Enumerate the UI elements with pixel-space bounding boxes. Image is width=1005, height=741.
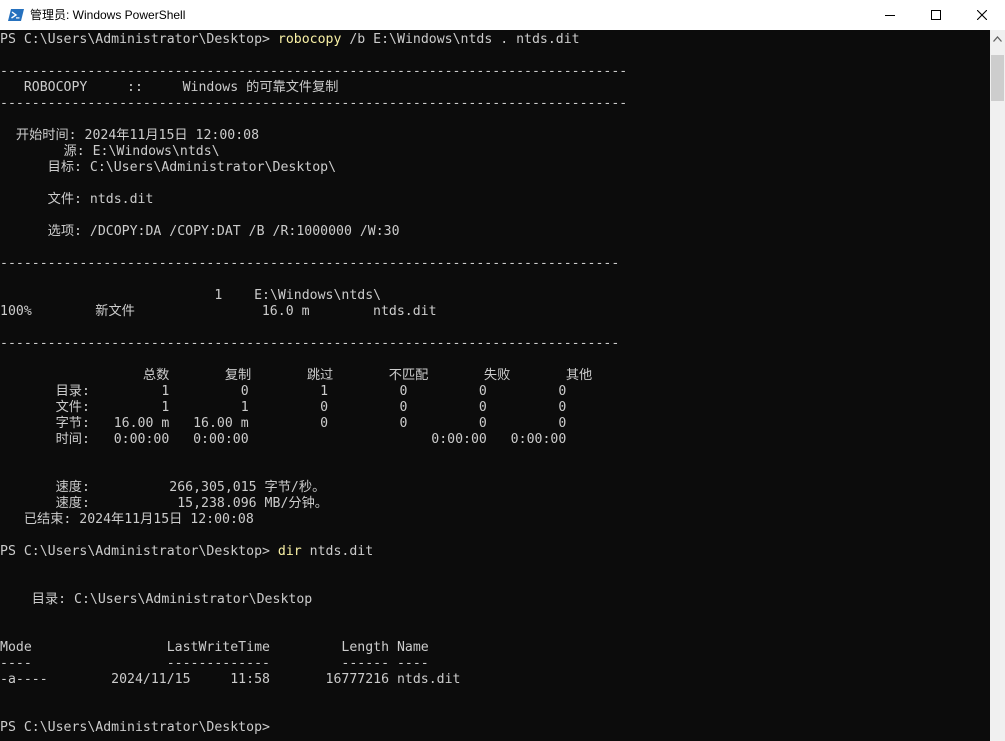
minimize-icon xyxy=(885,15,895,16)
output-line: 开始时间: 2024年11月15日 12:00:08 xyxy=(0,128,260,143)
output-line: PS C:\Users\Administrator\Desktop> xyxy=(0,720,278,735)
output-line: ROBOCOPY :: Windows 的可靠文件复制 xyxy=(0,80,339,95)
output-line: 目录: 1 0 1 0 0 0 xyxy=(0,384,567,399)
output-line: 字节: 16.00 m 16.00 m 0 0 0 0 xyxy=(0,416,567,431)
output-line: 总数 复制 跳过 不匹配 失败 其他 xyxy=(0,368,593,383)
minimize-button[interactable] xyxy=(867,0,913,30)
close-icon xyxy=(977,10,987,20)
output-line: 目标: C:\Users\Administrator\Desktop\ xyxy=(0,160,337,175)
output-line: 已结束: 2024年11月15日 12:00:08 xyxy=(0,512,254,527)
title-bar[interactable]: 管理员: Windows PowerShell xyxy=(0,0,1005,30)
command-name: dir xyxy=(277,544,302,559)
output-line: 速度: 15,238.096 MB/分钟。 xyxy=(0,496,328,511)
maximize-icon xyxy=(931,10,941,20)
output-line: ----------------------------------------… xyxy=(0,256,620,271)
output-line: 100% 新文件 16.0 m ntds.dit xyxy=(0,304,437,319)
close-button[interactable] xyxy=(959,0,1005,30)
output-line: ----------------------------------------… xyxy=(0,336,620,351)
output-line: ----------------------------------------… xyxy=(0,96,628,111)
window-title: 管理员: Windows PowerShell xyxy=(30,8,186,22)
command-args: ntds.dit xyxy=(301,544,374,559)
console-output[interactable]: PS C:\Users\Administrator\Desktop> roboc… xyxy=(0,30,990,741)
chevron-up-icon xyxy=(993,35,1002,42)
scrollbar-thumb[interactable] xyxy=(991,55,1004,101)
prompt-line: PS C:\Users\Administrator\Desktop> roboc… xyxy=(0,32,580,48)
output-line: 文件: ntds.dit xyxy=(0,192,154,207)
output-line: 时间: 0:00:00 0:00:00 0:00:00 0:00:00 xyxy=(0,432,567,447)
vertical-scrollbar[interactable] xyxy=(990,30,1005,741)
output-line: ---- ------------- ------ ---- xyxy=(0,656,429,671)
powershell-icon xyxy=(8,9,24,21)
output-line: ----------------------------------------… xyxy=(0,64,628,79)
output-line: 速度: 266,305,015 字节/秒。 xyxy=(0,480,326,495)
command-args: /b E:\Windows\ntds . ntds.dit xyxy=(341,32,580,47)
output-line: -a---- 2024/11/15 11:58 16777216 ntds.di… xyxy=(0,672,461,687)
maximize-button[interactable] xyxy=(913,0,959,30)
output-line: 目录: C:\Users\Administrator\Desktop xyxy=(0,592,313,607)
output-line: 文件: 1 1 0 0 0 0 xyxy=(0,400,567,415)
output-line: 源: E:\Windows\ntds\ xyxy=(0,144,220,159)
prompt-line: PS C:\Users\Administrator\Desktop> dir n… xyxy=(0,544,373,560)
output-line: 1 E:\Windows\ntds\ xyxy=(0,288,382,303)
output-line: Mode LastWriteTime Length Name xyxy=(0,640,429,655)
prompt-text: PS C:\Users\Administrator\Desktop> xyxy=(0,544,278,559)
prompt-text: PS C:\Users\Administrator\Desktop> xyxy=(0,32,278,47)
command-name: robocopy xyxy=(277,32,342,47)
scroll-up-button[interactable] xyxy=(990,30,1005,47)
output-line: 选项: /DCOPY:DA /COPY:DAT /B /R:1000000 /W… xyxy=(0,224,400,239)
